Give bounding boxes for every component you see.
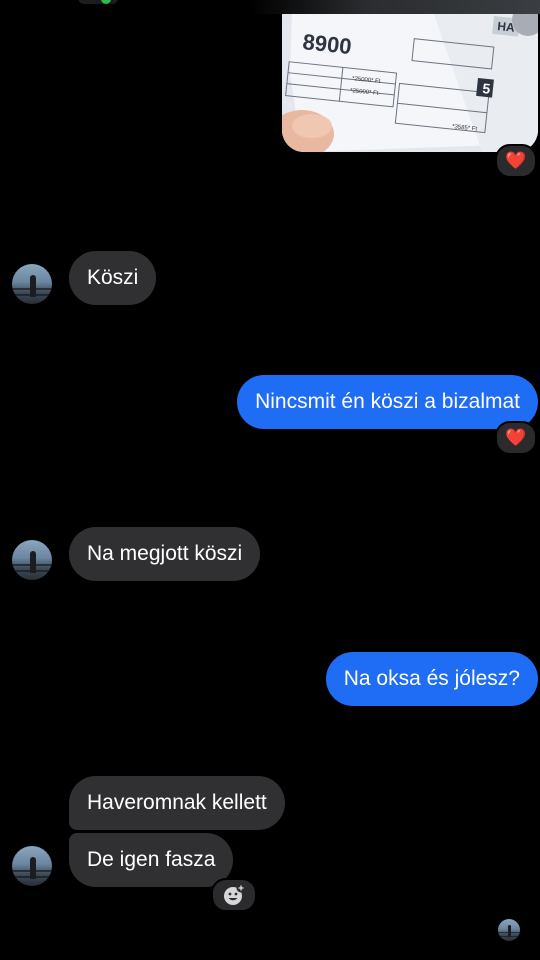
- message-text: Köszi: [87, 266, 139, 289]
- avatar[interactable]: [12, 846, 52, 886]
- outgoing-message[interactable]: Na oksa és jólesz?: [325, 652, 538, 706]
- smiley-plus-icon: [224, 883, 246, 905]
- message-text: Na oksa és jólesz?: [343, 667, 520, 690]
- heart-reaction[interactable]: ❤️: [495, 421, 537, 455]
- heart-icon: ❤️: [505, 151, 527, 170]
- message-text: Haveromnak kellett: [87, 791, 267, 814]
- message-text: Nincsmit én köszi a bizalmat: [255, 390, 520, 413]
- photo-message[interactable]: 8900 *25000* Ft *25000* Ft *3585* Ft 5 H…: [282, 14, 538, 152]
- heart-icon: ❤️: [505, 428, 527, 447]
- receipt-amount: 8900: [301, 29, 352, 59]
- avatar[interactable]: [12, 264, 52, 304]
- message-text: De igen fasza: [87, 848, 216, 871]
- read-receipt-avatar: [498, 919, 520, 941]
- header-remnant: [0, 0, 540, 14]
- avatar[interactable]: [12, 540, 52, 580]
- incoming-message[interactable]: Haveromnak kellett: [69, 776, 285, 830]
- header-bar: [250, 0, 540, 14]
- incoming-message[interactable]: Köszi: [69, 251, 157, 305]
- add-reaction-button[interactable]: [211, 878, 257, 912]
- receipt-photo: 8900 *25000* Ft *25000* Ft *3585* Ft 5 H…: [282, 14, 538, 152]
- outgoing-message[interactable]: Nincsmit én köszi a bizalmat: [237, 375, 538, 429]
- photo-heart-reaction[interactable]: ❤️: [495, 144, 537, 178]
- message-text: Na megjott köszi: [87, 542, 243, 565]
- incoming-message[interactable]: De igen fasza: [69, 833, 234, 887]
- incoming-message[interactable]: Na megjott köszi: [69, 527, 261, 581]
- header-avatar-remnant: [78, 0, 118, 4]
